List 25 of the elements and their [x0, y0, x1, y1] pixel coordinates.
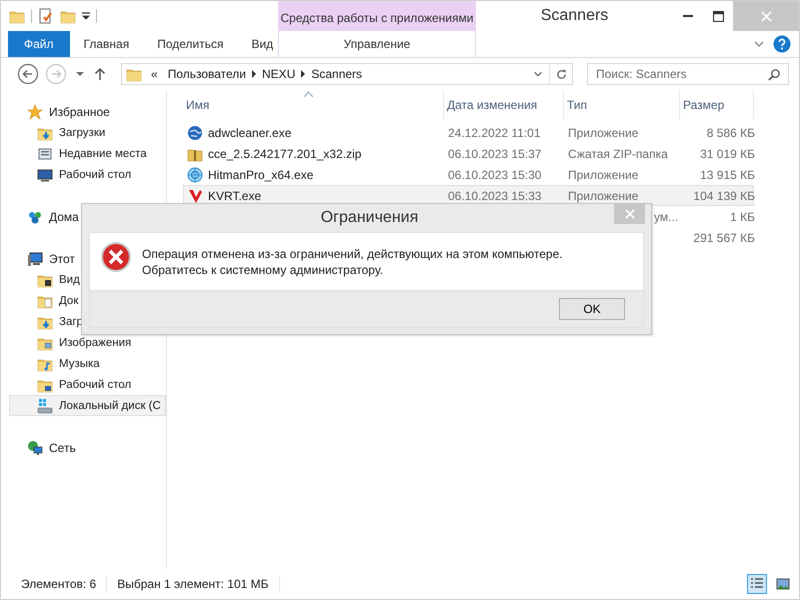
- file-type: Сжатая ZIP-папка: [568, 146, 668, 160]
- selection-info: Выбран 1 элемент: 101 МБ: [117, 577, 280, 591]
- file-name: cce_2.5.242177.201_x32.zip: [208, 146, 362, 160]
- file-date: 06.10.2023 15:33: [448, 188, 542, 202]
- file-size: 104 139 КБ: [693, 188, 755, 202]
- window-title: Scanners: [540, 6, 610, 26]
- file-type: ум...: [654, 210, 678, 224]
- file-type: Приложение: [568, 168, 638, 182]
- file-size: 291 567 КБ: [693, 230, 755, 244]
- file-name: adwcleaner.exe: [208, 126, 292, 140]
- dialog-title: Ограничения: [320, 208, 420, 227]
- item-count: Элементов: 6: [21, 577, 108, 591]
- file-date: 06.10.2023 15:30: [448, 168, 542, 182]
- file-date: 24.12.2022 11:01: [448, 126, 541, 140]
- file-type: Приложение: [568, 126, 638, 140]
- file-name: KVRT.exe: [208, 188, 262, 202]
- file-date: 06.10.2023 15:37: [448, 146, 542, 160]
- file-size: 31 019 КБ: [700, 146, 755, 160]
- file-size: 13 915 КБ: [700, 168, 755, 182]
- file-name: HitmanPro_x64.exe: [208, 168, 314, 182]
- file-size: 1 КБ: [730, 210, 755, 224]
- error-message: Операция отменена из-за ограничений, действующих на этом компьютере. Обратитесь к системному администратору.: [142, 246, 564, 278]
- file-size: 8 586 КБ: [706, 126, 755, 140]
- context-tab-header: Средства работы с приложениями: [278, 1, 476, 31]
- file-type: Приложение: [568, 188, 638, 202]
